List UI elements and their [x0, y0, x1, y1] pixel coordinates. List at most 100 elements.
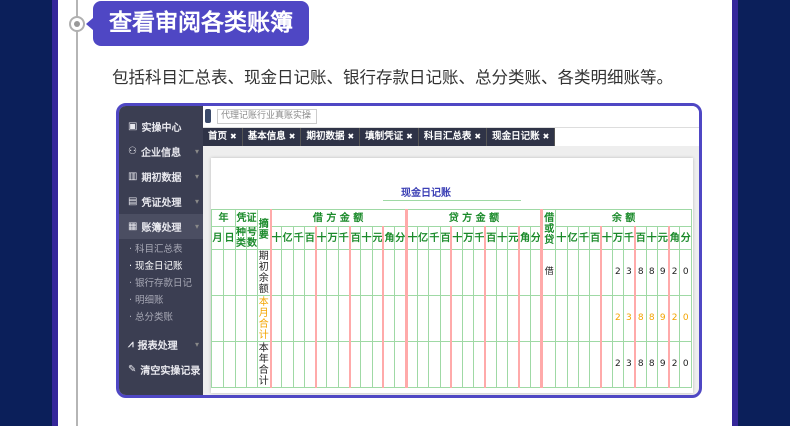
amount-cell [518, 295, 531, 342]
empty-cell [235, 341, 247, 388]
sidebar-subitem-0[interactable]: · 科目汇总表 [119, 241, 203, 258]
tab-5[interactable]: 现金日记账 ✖ [487, 128, 556, 146]
ledger-table: 年凭证 摘要借 方 金 额贷 方 金 额借或贷余 额月日种类 号数十亿千百十万千百十… [211, 209, 692, 388]
tab-bar: 首页 ✖ 基本信息 ✖ 期初数据 ✖ 填制凭证 ✖ 科目汇总表 ✖ 现金日记账 ✖ [203, 128, 699, 146]
sidebar-subitem-2[interactable]: · 银行存款日记 [119, 275, 203, 292]
tab-3[interactable]: 填制凭证 ✖ [360, 128, 419, 146]
amount-cell [450, 249, 464, 296]
amount-cell [507, 295, 521, 342]
amount-cell [349, 249, 362, 296]
broom-icon: ✎ [128, 364, 137, 375]
title-underline [383, 200, 521, 201]
ledger-title: 现金日记账 [401, 188, 451, 199]
balance-digit-cell: 2 [668, 249, 681, 296]
unit-header: 十 [315, 226, 328, 250]
sidebar: ▣ 实操中心 ⚇ 企业信息 ▾ ▥ 期初数据 ▾ ▤ 凭证处理 ▾ ▦ 账簿处理 ▾ · 科目汇总表 · 现… [119, 106, 203, 395]
header-year: 年 [211, 209, 236, 227]
tab-label: 科目汇总表 [423, 131, 472, 142]
balance-digit-cell: 3 [622, 295, 636, 342]
header-voucher: 凭证 [235, 209, 258, 227]
close-icon[interactable]: ✖ [543, 132, 550, 141]
amount-cell [529, 341, 543, 388]
document-icon: ▤ [128, 196, 138, 207]
amount-cell [303, 341, 317, 388]
amount-cell [281, 341, 294, 388]
sidebar-bottom-item-0[interactable]: ⩘ 报表处理 ▾ [119, 332, 203, 357]
balance-digit-cell [589, 341, 602, 388]
sidebar-subitem-3[interactable]: · 明细账 [119, 292, 203, 309]
close-icon[interactable]: ✖ [289, 132, 296, 141]
summary-cell: 期初余额 [257, 249, 272, 296]
balance-digit-cell: 9 [656, 295, 670, 342]
amount-cell [462, 295, 475, 342]
sidebar-toggle-button[interactable] [205, 109, 211, 123]
balance-digit-cell: 3 [622, 341, 636, 388]
amount-cell [269, 295, 283, 342]
search-input[interactable]: 代理记账行业真账实操 [217, 109, 317, 124]
close-icon[interactable]: ✖ [406, 132, 413, 141]
sidebar-subitem-1[interactable]: · 现金日记账 [119, 258, 203, 275]
sidebar-bottom-item-1[interactable]: ✎ 清空实操记录 [119, 357, 203, 382]
sidebar-item-label: 账簿处理 [141, 223, 182, 234]
sidebar-item-4[interactable]: ▦ 账簿处理 ▾ [119, 214, 203, 239]
sidebar-item-0[interactable]: ▣ 实操中心 [119, 114, 203, 139]
sidebar-item-3[interactable]: ▤ 凭证处理 ▾ [119, 189, 203, 214]
amount-cell [450, 295, 464, 342]
sidebar-item-label: 报表处理 [137, 341, 178, 352]
debit-credit-cell: 借 [540, 249, 557, 296]
amount-cell [303, 249, 317, 296]
balance-digit-cell [589, 249, 602, 296]
tab-label: 期初数据 [306, 131, 345, 142]
timeline-line [76, 0, 78, 426]
tab-1[interactable]: 基本信息 ✖ [242, 128, 302, 146]
sidebar-item-1[interactable]: ⚇ 企业信息 ▾ [119, 139, 203, 164]
sidebar-item-2[interactable]: ▥ 期初数据 ▾ [119, 164, 203, 189]
tab-4[interactable]: 科目汇总表 ✖ [418, 128, 488, 146]
ledger-row: 期初余额借 2 3 8 8 9 2 0 [211, 249, 692, 296]
close-icon[interactable]: ✖ [347, 132, 354, 141]
balance-digit-cell: 0 [679, 295, 692, 342]
tab-2[interactable]: 期初数据 ✖ [301, 128, 361, 146]
app-screenshot: ▣ 实操中心 ⚇ 企业信息 ▾ ▥ 期初数据 ▾ ▤ 凭证处理 ▾ ▦ 账簿处理 ▾ · 科目汇总表 · 现… [116, 103, 702, 398]
amount-cell [473, 249, 487, 296]
tab-label: 现金日记账 [492, 131, 540, 142]
amount-cell [507, 341, 521, 388]
header-type: 种类 [235, 226, 247, 250]
amount-cell [496, 295, 509, 342]
timeline-dot [69, 16, 85, 32]
amount-cell [473, 295, 487, 342]
sidebar-subitem-4[interactable]: · 总分类账 [119, 309, 203, 326]
balance-digit-cell [600, 341, 613, 388]
balance-digit-cell: 8 [634, 341, 647, 388]
unit-header: 百 [439, 226, 453, 250]
unit-header: 千 [292, 226, 305, 250]
unit-header: 百 [349, 226, 362, 250]
unit-header: 千 [337, 226, 351, 250]
close-icon[interactable]: ✖ [474, 132, 481, 141]
amount-cell [326, 249, 339, 296]
close-icon[interactable]: ✖ [230, 132, 237, 141]
empty-cell [246, 249, 258, 296]
amount-cell [507, 249, 521, 296]
amount-cell [439, 341, 453, 388]
unit-header: 十 [269, 226, 283, 250]
amount-cell [484, 249, 498, 296]
amount-cell [337, 249, 351, 296]
summary-cell: 本月合计 [257, 295, 272, 342]
balance-digit-cell: 0 [679, 341, 692, 388]
header-row-2: 月日种类 号数十亿千百十万千百十元角分十亿千百十万千百十元角分十亿千百十万千百十元… [211, 226, 692, 250]
balance-digit-cell [555, 295, 568, 342]
tab-0[interactable]: 首页 ✖ [203, 128, 243, 146]
amount-cell [450, 341, 464, 388]
chevron-down-icon: ▾ [194, 172, 199, 181]
balance-digit-cell: 9 [656, 341, 670, 388]
unit-header: 千 [577, 226, 591, 250]
balance-digit-cell [566, 295, 579, 342]
amount-cell [416, 249, 430, 296]
unit-header: 十 [496, 226, 509, 250]
unit-header: 十 [600, 226, 613, 250]
empty-cell [211, 249, 224, 296]
unit-header: 亿 [416, 226, 430, 250]
amount-cell [269, 249, 283, 296]
amount-cell [394, 249, 407, 296]
